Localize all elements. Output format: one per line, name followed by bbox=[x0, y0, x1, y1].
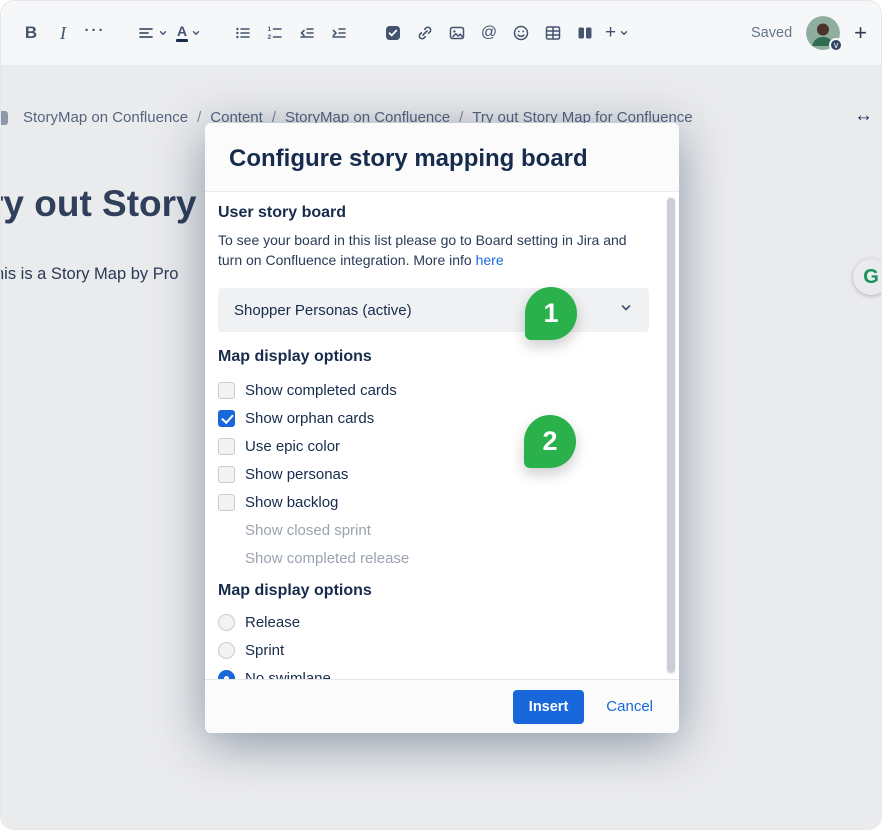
swimlane-options-heading: Map display options bbox=[218, 582, 649, 600]
text-align-button[interactable] bbox=[133, 16, 172, 50]
avatar[interactable]: v bbox=[806, 16, 840, 50]
radio[interactable] bbox=[218, 642, 235, 659]
bullet-list-button[interactable] bbox=[227, 16, 259, 50]
checkbox-checked[interactable] bbox=[218, 410, 235, 427]
radio-label: Sprint bbox=[245, 642, 284, 659]
dialog-footer: Insert Cancel bbox=[205, 679, 679, 733]
confluence-editor-window: B I ··· A 12 bbox=[0, 0, 882, 830]
bold-button[interactable]: B bbox=[15, 16, 47, 50]
board-select-value: Shopper Personas (active) bbox=[234, 302, 412, 319]
checkbox-label: Show completed release bbox=[245, 550, 409, 567]
radio-label: No swimlane bbox=[245, 670, 331, 680]
align-left-icon bbox=[137, 24, 155, 42]
text-color-icon: A bbox=[176, 24, 188, 42]
layout-button[interactable] bbox=[569, 16, 601, 50]
configure-story-map-dialog: Configure story mapping board User story… bbox=[205, 123, 679, 733]
text-color-button[interactable]: A bbox=[172, 16, 205, 50]
radio-selected[interactable] bbox=[218, 670, 235, 680]
image-icon bbox=[448, 24, 466, 42]
more-formatting-button[interactable]: ··· bbox=[79, 16, 111, 50]
chevron-down-icon bbox=[191, 28, 201, 38]
editor-toolbar: B I ··· A 12 bbox=[1, 1, 881, 65]
insert-button[interactable]: Insert bbox=[513, 690, 585, 724]
scrollbar-thumb[interactable] bbox=[667, 198, 675, 673]
indent-icon bbox=[330, 24, 348, 42]
mention-button[interactable]: @ bbox=[473, 16, 505, 50]
dialog-header: Configure story mapping board bbox=[205, 123, 679, 192]
indent-button[interactable] bbox=[323, 16, 355, 50]
checkbox-row[interactable]: Show orphan cards bbox=[218, 404, 649, 432]
chevron-down-icon bbox=[158, 28, 168, 38]
invite-add-button[interactable]: + bbox=[854, 20, 867, 46]
image-button[interactable] bbox=[441, 16, 473, 50]
task-list-button[interactable] bbox=[377, 16, 409, 50]
chevron-down-icon bbox=[619, 301, 633, 319]
svg-text:1: 1 bbox=[268, 26, 272, 33]
insert-more-button[interactable]: + bbox=[601, 16, 633, 50]
italic-button[interactable]: I bbox=[47, 16, 79, 50]
more-info-link[interactable]: here bbox=[476, 252, 504, 268]
dialog-title: Configure story mapping board bbox=[229, 145, 655, 173]
display-options-heading: Map display options bbox=[218, 348, 649, 366]
avatar-badge: v bbox=[829, 38, 843, 52]
radio-row[interactable]: No swimlane bbox=[218, 664, 649, 679]
scrollbar-track[interactable] bbox=[666, 196, 676, 675]
dialog-body: User story board To see your board in th… bbox=[205, 192, 679, 679]
checkbox-label: Show orphan cards bbox=[245, 410, 374, 427]
checkbox[interactable] bbox=[218, 438, 235, 455]
checkbox[interactable] bbox=[218, 466, 235, 483]
table-icon bbox=[544, 24, 562, 42]
tour-step-badge-1: 1 bbox=[525, 287, 577, 340]
checkbox[interactable] bbox=[218, 382, 235, 399]
checkbox-label: Show completed cards bbox=[245, 382, 397, 399]
checkbox-label: Show closed sprint bbox=[245, 522, 371, 539]
link-button[interactable] bbox=[409, 16, 441, 50]
checkbox-row[interactable]: Use epic color bbox=[218, 432, 649, 460]
plus-icon: + bbox=[605, 22, 616, 44]
outdent-button[interactable] bbox=[291, 16, 323, 50]
link-icon bbox=[416, 24, 434, 42]
table-button[interactable] bbox=[537, 16, 569, 50]
numbered-list-button[interactable]: 12 bbox=[259, 16, 291, 50]
radio[interactable] bbox=[218, 614, 235, 631]
radio-label: Release bbox=[245, 614, 300, 631]
board-select[interactable]: Shopper Personas (active) bbox=[218, 288, 649, 332]
checkbox-label: Show personas bbox=[245, 466, 348, 483]
checkbox-row-disabled: Show closed sprint bbox=[218, 516, 649, 544]
checkbox-row[interactable]: Show backlog bbox=[218, 488, 649, 516]
outdent-icon bbox=[298, 24, 316, 42]
cancel-button[interactable]: Cancel bbox=[606, 698, 653, 715]
checkbox-row-disabled: Show completed release bbox=[218, 544, 649, 572]
radio-row[interactable]: Release bbox=[218, 608, 649, 636]
numbered-list-icon: 12 bbox=[266, 24, 284, 42]
checkbox-row[interactable]: Show completed cards bbox=[218, 376, 649, 404]
bullet-list-icon bbox=[234, 24, 252, 42]
emoji-button[interactable] bbox=[505, 16, 537, 50]
emoji-icon bbox=[512, 24, 530, 42]
task-checkbox-icon bbox=[384, 24, 402, 42]
columns-layout-icon bbox=[576, 24, 594, 42]
tour-step-badge-2: 2 bbox=[524, 415, 576, 468]
checkbox-row[interactable]: Show personas bbox=[218, 460, 649, 488]
checkbox-label: Use epic color bbox=[245, 438, 340, 455]
chevron-down-icon bbox=[619, 28, 629, 38]
checkbox-label: Show backlog bbox=[245, 494, 338, 511]
radio-row[interactable]: Sprint bbox=[218, 636, 649, 664]
checkbox[interactable] bbox=[218, 494, 235, 511]
svg-text:2: 2 bbox=[268, 34, 272, 41]
board-help-text: To see your board in this list please go… bbox=[218, 230, 649, 270]
board-section-heading: User story board bbox=[218, 204, 649, 222]
save-status: Saved bbox=[751, 25, 792, 41]
